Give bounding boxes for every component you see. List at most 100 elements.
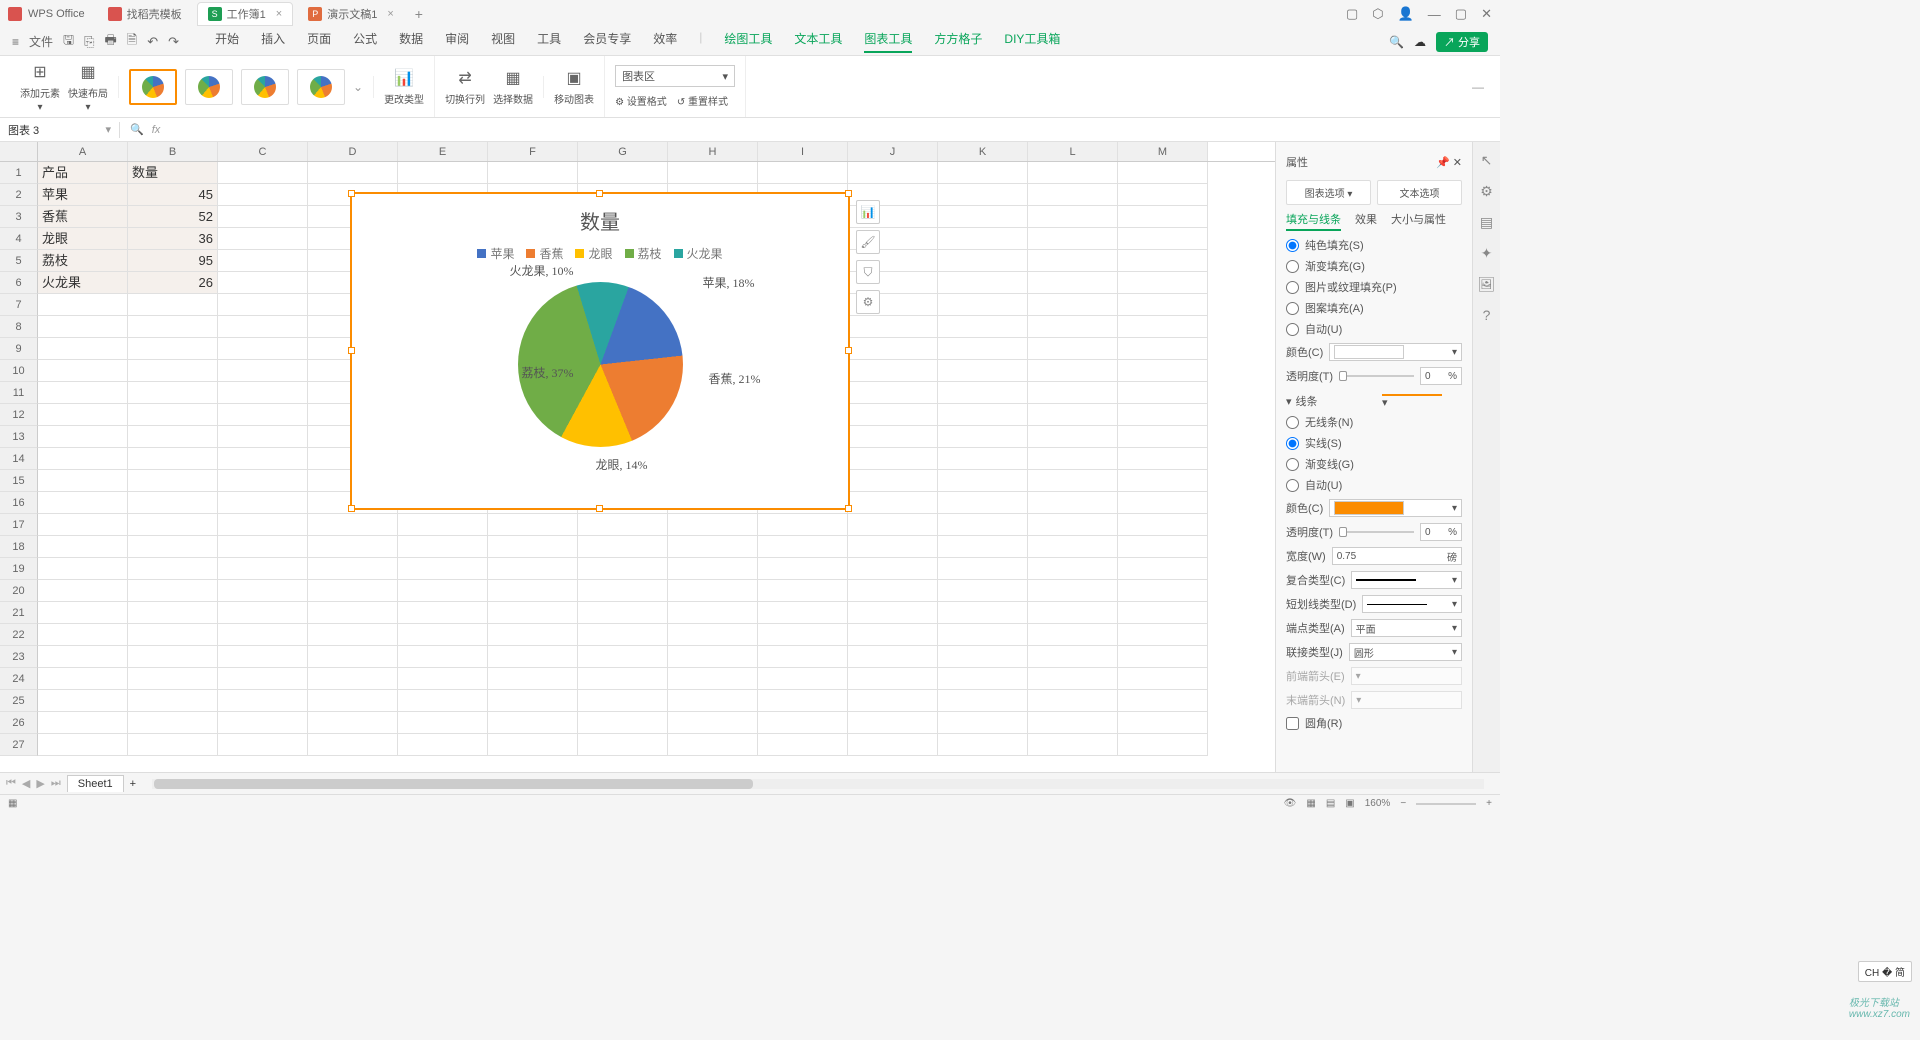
cell[interactable]: [128, 646, 218, 668]
cell[interactable]: [488, 668, 578, 690]
horizontal-scrollbar[interactable]: [152, 779, 1484, 789]
cell[interactable]: [1118, 448, 1208, 470]
fill-opacity-slider[interactable]: [1339, 375, 1414, 377]
cell[interactable]: [848, 712, 938, 734]
cell[interactable]: [848, 558, 938, 580]
page-view-icon[interactable]: ▤: [1326, 798, 1335, 809]
cell[interactable]: [218, 470, 308, 492]
cell[interactable]: [38, 712, 128, 734]
menu-tab[interactable]: 插入: [261, 30, 285, 53]
new-tab-button[interactable]: +: [409, 6, 429, 22]
cell[interactable]: [308, 536, 398, 558]
cell[interactable]: [938, 624, 1028, 646]
hamburger-icon[interactable]: ≡: [12, 35, 19, 49]
cell[interactable]: [938, 580, 1028, 602]
cell[interactable]: [1028, 294, 1118, 316]
cell[interactable]: [218, 712, 308, 734]
preview-icon[interactable]: 🗎: [127, 31, 137, 53]
row-header[interactable]: 2: [0, 184, 38, 206]
change-type-button[interactable]: 📊更改类型: [384, 67, 424, 106]
cell[interactable]: [38, 514, 128, 536]
cell[interactable]: [38, 602, 128, 624]
cell[interactable]: [578, 734, 668, 756]
zoom-out-icon[interactable]: −: [1400, 798, 1406, 809]
cell[interactable]: [758, 602, 848, 624]
cell[interactable]: 火龙果: [38, 272, 128, 294]
cell[interactable]: [218, 228, 308, 250]
cell[interactable]: [218, 382, 308, 404]
cell[interactable]: [38, 338, 128, 360]
fill-line-subtab[interactable]: 填充与线条: [1286, 211, 1341, 231]
cell[interactable]: [938, 558, 1028, 580]
cell[interactable]: [1118, 404, 1208, 426]
add-element-button[interactable]: ⊞添加元素 ▾: [20, 61, 60, 113]
cell[interactable]: [218, 558, 308, 580]
spreadsheet-grid[interactable]: ABCDEFGHIJKLM 1产品数量2苹果453香蕉524龙眼365荔枝956…: [0, 142, 1275, 772]
cell[interactable]: [1118, 470, 1208, 492]
cell[interactable]: [1028, 162, 1118, 184]
doc-tab[interactable]: 找稻壳模板: [97, 2, 193, 26]
zoom-in-icon[interactable]: +: [1486, 798, 1492, 809]
context-tab[interactable]: 绘图工具: [724, 30, 772, 53]
cell[interactable]: [578, 624, 668, 646]
sheet-next-icon[interactable]: ▶: [36, 777, 44, 790]
cell[interactable]: [1028, 360, 1118, 382]
normal-view-icon[interactable]: ▦: [1306, 798, 1315, 809]
cell[interactable]: [218, 184, 308, 206]
cell[interactable]: 26: [128, 272, 218, 294]
chart-filter-icon[interactable]: ⛉: [856, 260, 880, 284]
cell[interactable]: [578, 162, 668, 184]
line-preview[interactable]: ▾: [1382, 394, 1462, 409]
cell[interactable]: [308, 712, 398, 734]
cell[interactable]: [218, 668, 308, 690]
chart-style-3[interactable]: [241, 69, 289, 105]
cell[interactable]: [38, 558, 128, 580]
line-solid-radio[interactable]: [1286, 437, 1299, 450]
cell[interactable]: [938, 162, 1028, 184]
cell[interactable]: [1028, 734, 1118, 756]
cell[interactable]: [1028, 624, 1118, 646]
cell[interactable]: [938, 184, 1028, 206]
select-all-corner[interactable]: [0, 142, 38, 161]
cell[interactable]: [308, 558, 398, 580]
image-icon[interactable]: 🖼: [1478, 276, 1496, 293]
resize-handle[interactable]: [845, 190, 852, 197]
chart-style-4[interactable]: [297, 69, 345, 105]
cell[interactable]: [488, 712, 578, 734]
window-control-icon[interactable]: ▢: [1346, 6, 1358, 22]
cell[interactable]: 产品: [38, 162, 128, 184]
cell[interactable]: [218, 316, 308, 338]
context-tab[interactable]: 文本工具: [794, 30, 842, 53]
column-header[interactable]: K: [938, 142, 1028, 161]
cell[interactable]: [848, 338, 938, 360]
cell[interactable]: [308, 162, 398, 184]
cell[interactable]: [128, 404, 218, 426]
redo-icon[interactable]: ↷: [168, 34, 179, 50]
column-header[interactable]: B: [128, 142, 218, 161]
layers-icon[interactable]: ▤: [1480, 214, 1493, 231]
cell[interactable]: [1118, 712, 1208, 734]
cell[interactable]: [128, 470, 218, 492]
cell[interactable]: [218, 272, 308, 294]
row-header[interactable]: 5: [0, 250, 38, 272]
cell[interactable]: [1118, 228, 1208, 250]
fill-pattern-radio[interactable]: [1286, 302, 1299, 315]
cell[interactable]: [848, 602, 938, 624]
cell[interactable]: [848, 470, 938, 492]
cell[interactable]: [38, 316, 128, 338]
chart-options-tab[interactable]: 图表选项 ▾: [1286, 180, 1371, 205]
cell[interactable]: [938, 272, 1028, 294]
cell[interactable]: [848, 690, 938, 712]
chart-style-2[interactable]: [185, 69, 233, 105]
cell[interactable]: [848, 624, 938, 646]
chart-style-1[interactable]: [129, 69, 177, 105]
ime-indicator[interactable]: CH � 简: [1858, 961, 1912, 982]
cell[interactable]: [758, 734, 848, 756]
cell[interactable]: [218, 624, 308, 646]
row-header[interactable]: 13: [0, 426, 38, 448]
cell[interactable]: [938, 316, 1028, 338]
cell[interactable]: [848, 646, 938, 668]
cell[interactable]: [938, 448, 1028, 470]
cell[interactable]: 荔枝: [38, 250, 128, 272]
line-color-picker[interactable]: ▾: [1329, 499, 1462, 517]
